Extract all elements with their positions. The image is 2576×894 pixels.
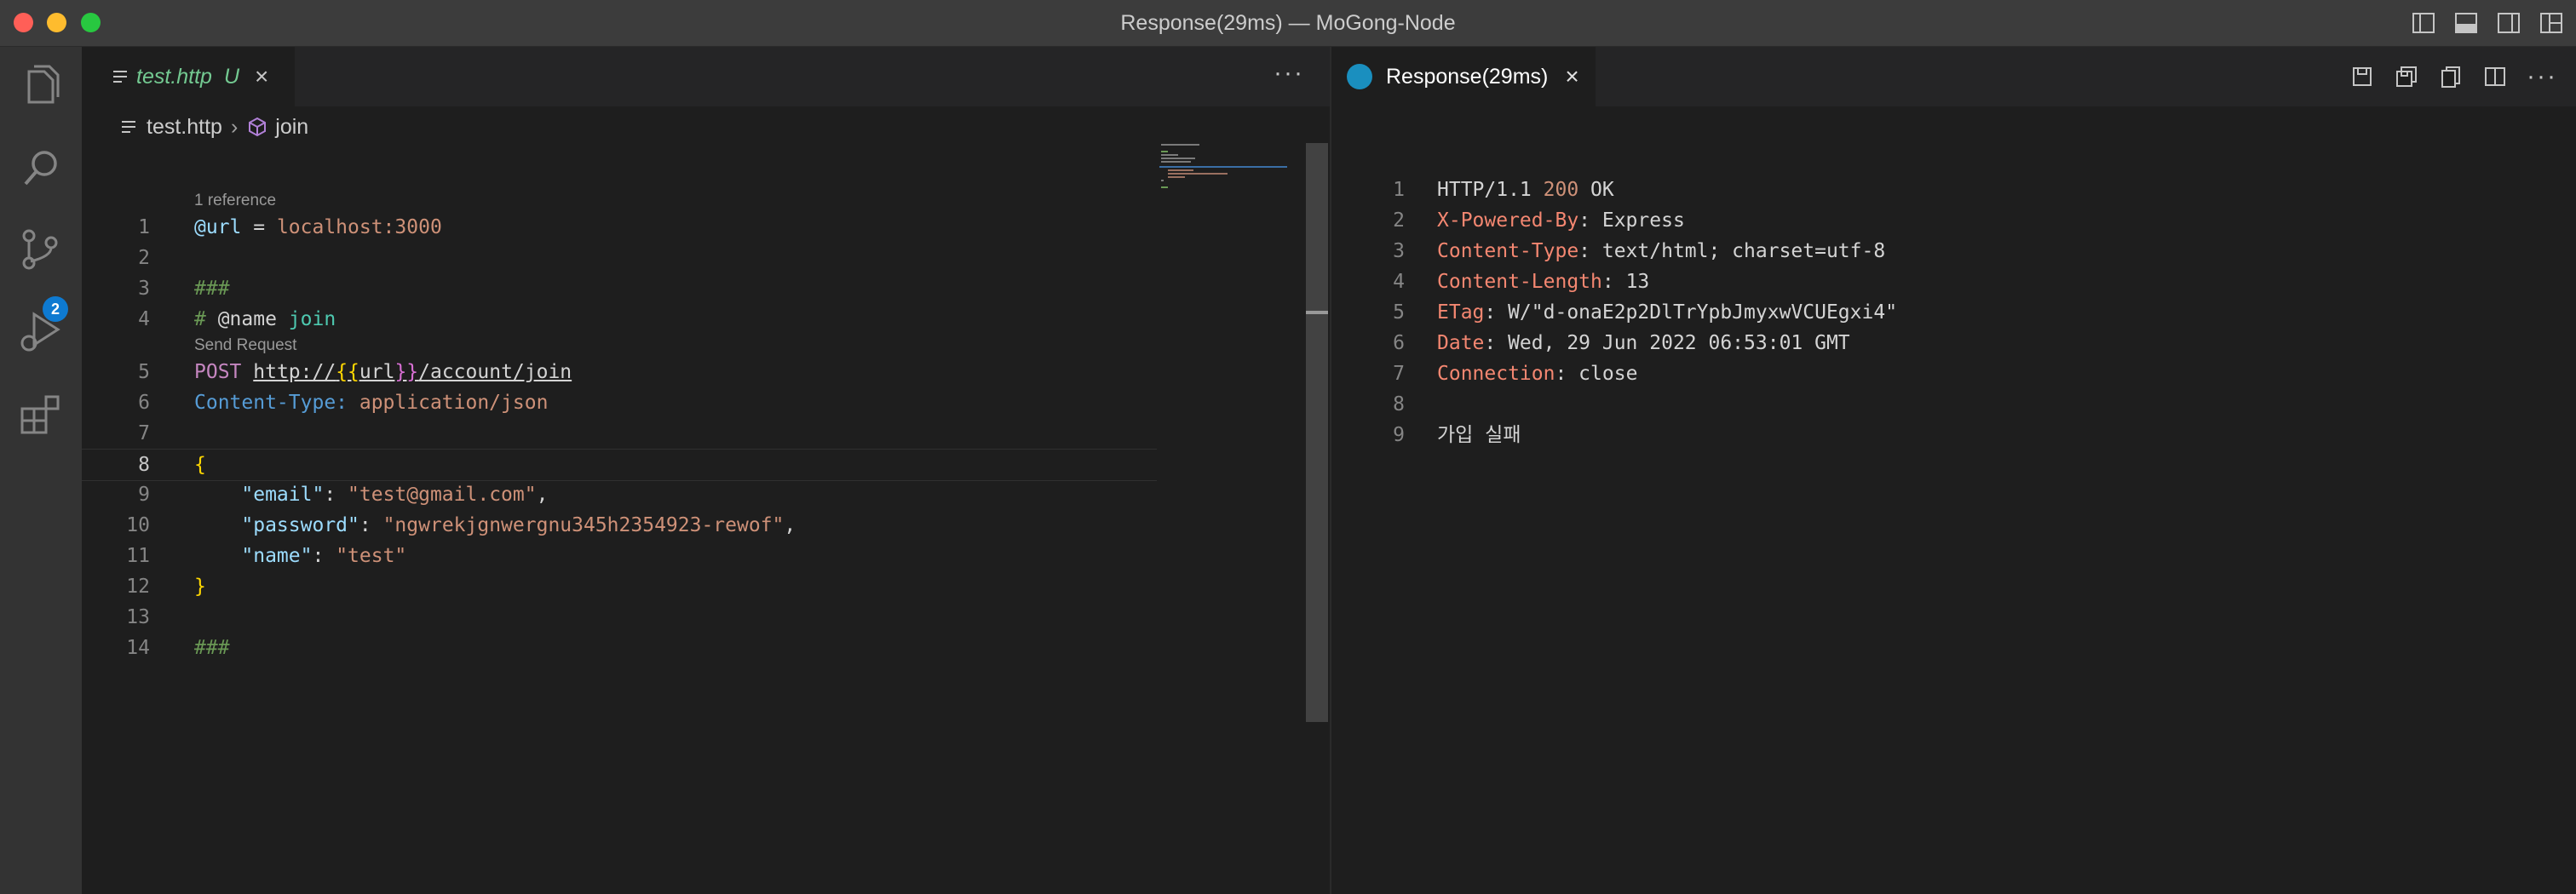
code-line: 12}: [126, 576, 206, 598]
tab-bar-left: test.http U × ···: [82, 47, 1330, 106]
code-line: 5 POST http://{{url}}/account/join: [138, 361, 572, 383]
code-line: 9 "email": "test@gmail.com",: [138, 484, 549, 506]
code-line: 7: [138, 422, 150, 444]
window-title: Response(29ms) — MoGong-Node: [1120, 11, 1456, 35]
response-actions: ···: [2349, 64, 2557, 89]
minimap[interactable]: [1159, 142, 1287, 193]
customize-layout-icon[interactable]: [2539, 10, 2564, 36]
split-editor-icon[interactable]: [2482, 64, 2508, 89]
code-line: 3 ###: [138, 278, 230, 300]
tab-response[interactable]: Response(29ms) ×: [1331, 47, 1596, 106]
code-line: 13: [126, 606, 150, 628]
file-lines-icon: [113, 71, 127, 83]
file-lines-icon: [122, 121, 135, 133]
breadcrumb: test.http › join: [82, 106, 1330, 147]
explorer-icon[interactable]: [17, 61, 65, 109]
tab-label: test.http: [136, 64, 212, 89]
code-line: 14 ###: [126, 637, 230, 659]
toggle-primary-sidebar-icon[interactable]: [2411, 10, 2436, 36]
rest-client-icon: [1347, 64, 1372, 89]
tab-test-http[interactable]: test.http U ×: [82, 47, 295, 106]
run-debug-icon[interactable]: [17, 307, 65, 355]
search-icon[interactable]: [17, 145, 65, 192]
activity-bar: 2: [0, 47, 82, 894]
code-line: 11 "name": "test": [126, 545, 407, 567]
code-line: 6 Content-Type: application/json: [138, 392, 549, 414]
untracked-status: U: [223, 64, 240, 89]
code-line: 2: [138, 247, 150, 269]
close-tab-icon[interactable]: ×: [1565, 63, 1578, 90]
code-lens-send-request[interactable]: Send Request: [194, 335, 296, 357]
breadcrumb-file[interactable]: test.http: [147, 115, 222, 140]
toggle-secondary-sidebar-icon[interactable]: [2496, 10, 2521, 36]
code-lens-reference[interactable]: 1 reference: [194, 190, 276, 212]
extensions-icon[interactable]: [17, 390, 65, 438]
chevron-right-icon: ›: [230, 114, 239, 139]
code-line: 10 "password": "ngwrekjgnwergnu345h23549…: [126, 514, 796, 536]
save-response-body-icon[interactable]: [2394, 64, 2419, 89]
scrollbar-cursor-marker: [1306, 311, 1328, 314]
close-tab-icon[interactable]: ×: [255, 63, 268, 90]
more-actions-icon[interactable]: ···: [1274, 59, 1304, 88]
tab-label: Response(29ms): [1386, 64, 1549, 89]
vertical-scrollbar[interactable]: [1306, 143, 1328, 722]
copy-response-icon[interactable]: [2438, 64, 2464, 89]
more-actions-icon[interactable]: ···: [2527, 64, 2557, 89]
breadcrumb-symbol[interactable]: join: [275, 115, 308, 140]
code-line: 1 @url = localhost:3000: [138, 216, 442, 238]
title-bar: Response(29ms) — MoGong-Node: [0, 0, 2576, 47]
save-response-icon[interactable]: [2349, 64, 2375, 89]
editor-group-left: test.http U × ··· test.http › join 1 ref…: [82, 47, 1330, 894]
code-line: 4 # @name join: [138, 308, 336, 330]
editor-group-right: Response(29ms) × ··· 1 HTTP/1.1 200 OK 2X…: [1331, 47, 2576, 894]
layout-controls: [2411, 10, 2564, 36]
tab-bar-right: Response(29ms) × ···: [1331, 47, 2576, 106]
source-control-icon[interactable]: [17, 226, 65, 273]
symbol-cube-icon: [249, 117, 267, 137]
code-line-current: 8{: [82, 449, 1157, 481]
toggle-panel-icon[interactable]: [2453, 10, 2479, 36]
